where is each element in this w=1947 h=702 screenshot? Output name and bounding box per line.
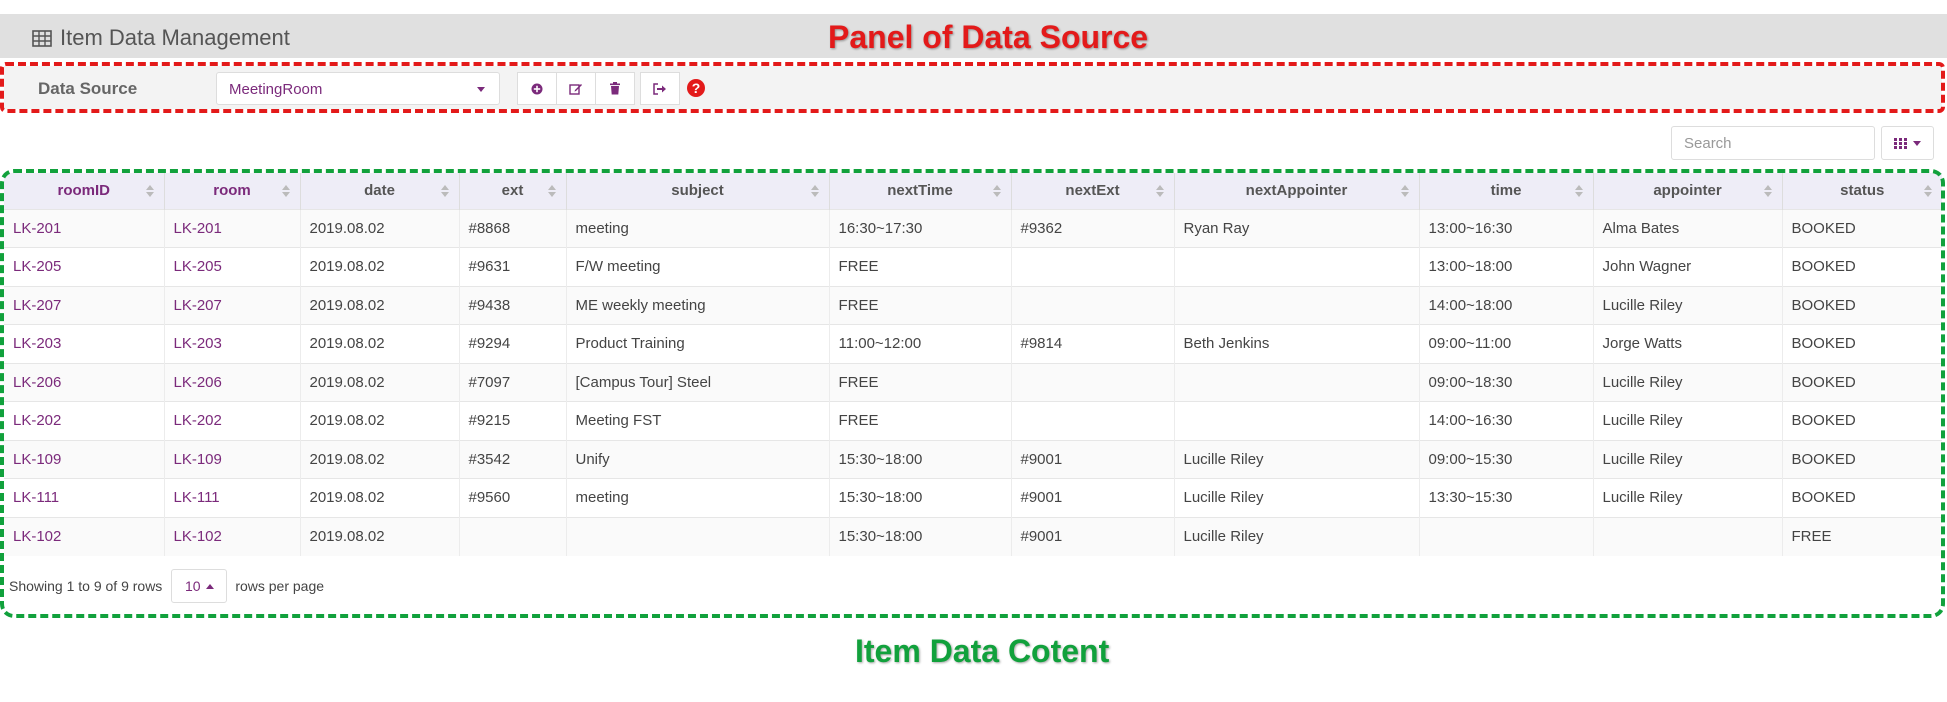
pagination-footer: Showing 1 to 9 of 9 rows 10 rows per pag… <box>9 569 324 603</box>
content-annotation-label: Item Data Cotent <box>855 633 1110 669</box>
chevron-up-icon <box>205 583 214 589</box>
app-title: Item Data Management <box>32 25 290 51</box>
page-size-value: 10 <box>185 578 201 594</box>
chevron-down-icon <box>1913 140 1921 146</box>
grid-columns-icon <box>1894 137 1907 149</box>
rows-per-page-label: rows per page <box>235 578 325 594</box>
app-title-text: Item Data Management <box>60 25 290 50</box>
columns-toggle-button[interactable] <box>1881 126 1934 160</box>
search-input[interactable] <box>1671 126 1875 160</box>
content-annotation-box <box>0 169 1945 618</box>
panel-annotation-box <box>0 62 1945 113</box>
table-icon <box>32 29 52 47</box>
panel-annotation-label: Panel of Data Source <box>828 19 1149 55</box>
page-size-dropdown[interactable]: 10 <box>171 569 228 603</box>
pagination-summary: Showing 1 to 9 of 9 rows <box>9 578 163 594</box>
